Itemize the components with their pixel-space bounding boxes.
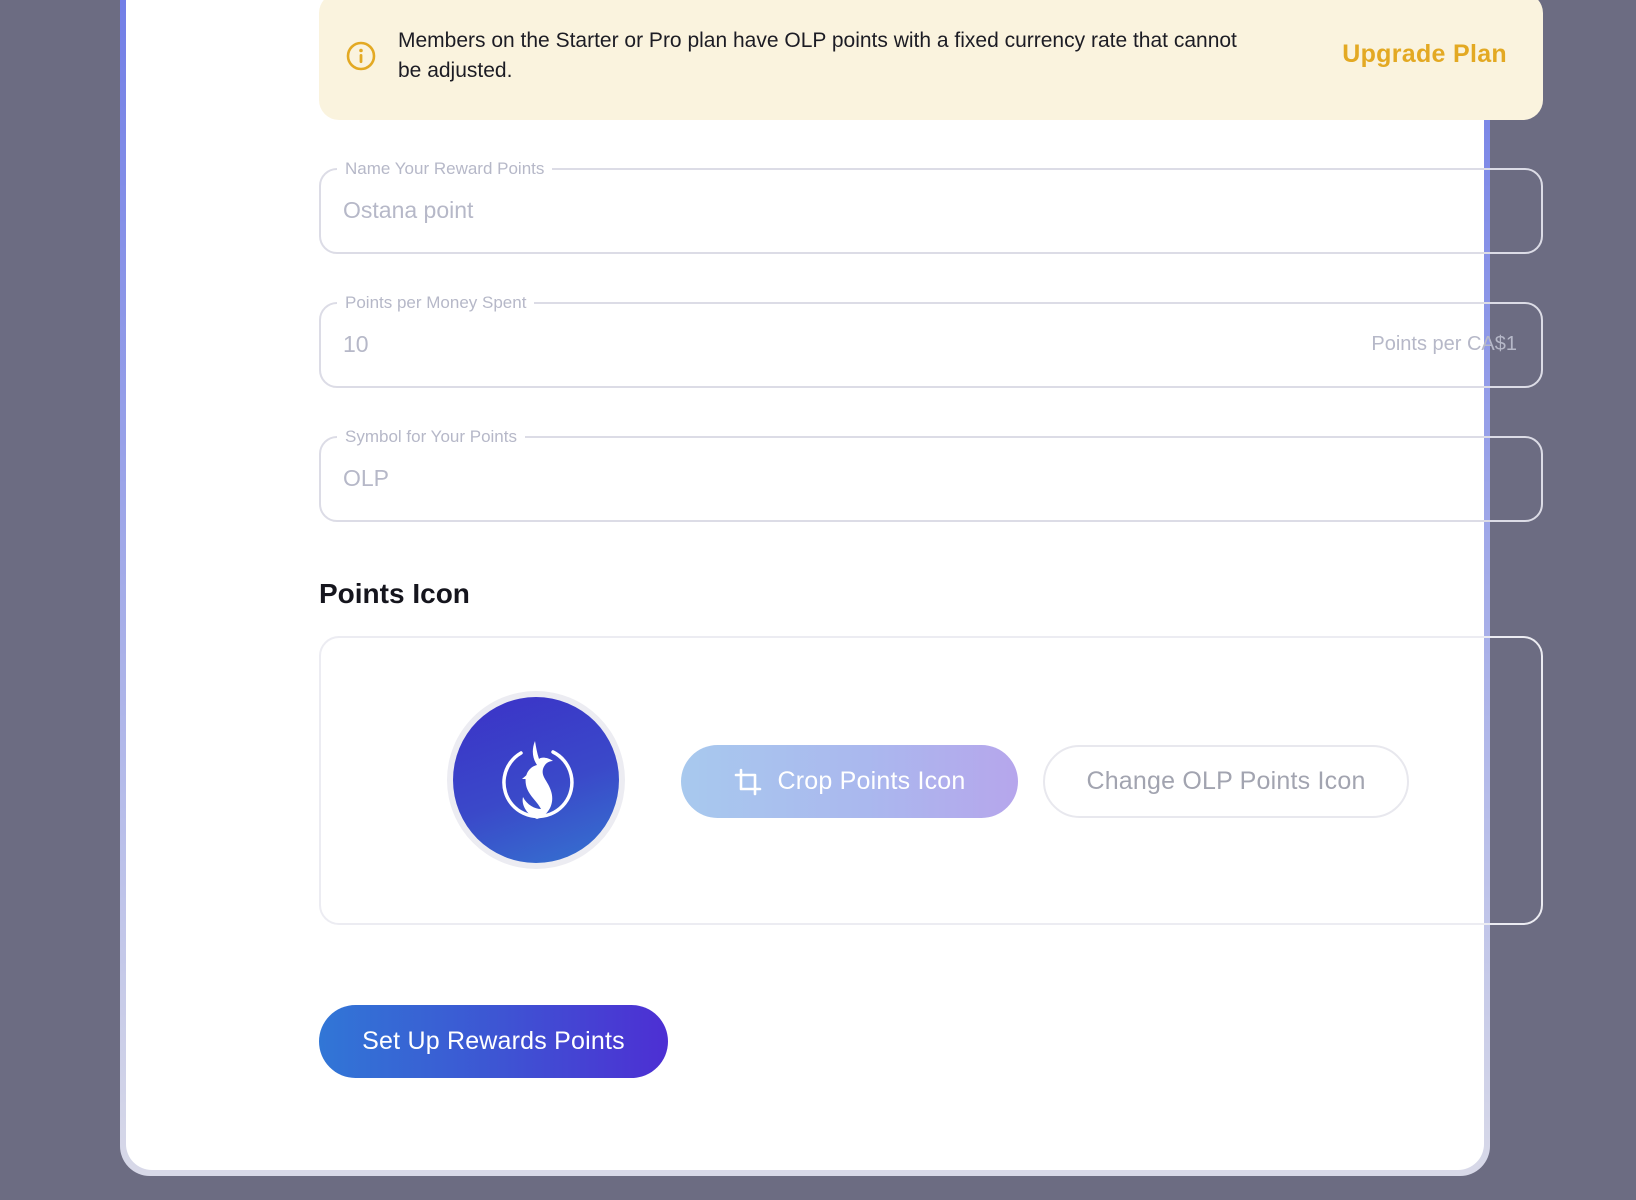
- crop-points-icon-label: Crop Points Icon: [777, 767, 966, 795]
- points-symbol-input[interactable]: [343, 460, 1243, 496]
- change-points-icon-button[interactable]: Change OLP Points Icon: [1043, 745, 1409, 818]
- points-rate-suffix: Points per CA$1: [1371, 333, 1517, 355]
- points-rate-input[interactable]: [343, 326, 1243, 362]
- modal-content: Members on the Starter or Pro plan have …: [319, 0, 1543, 1078]
- crop-points-icon-button[interactable]: Crop Points Icon: [681, 745, 1018, 818]
- points-rate-label: Points per Money Spent: [337, 292, 535, 314]
- info-circle-icon: [346, 41, 376, 71]
- points-symbol-field: Symbol for Your Points: [319, 426, 1543, 522]
- points-symbol-label: Symbol for Your Points: [337, 426, 525, 448]
- reward-name-input[interactable]: [343, 192, 1243, 228]
- reward-name-field: Name Your Reward Points: [319, 158, 1543, 254]
- points-icon-title: Points Icon: [319, 578, 470, 609]
- modal-frame: Members on the Starter or Pro plan have …: [120, 0, 1543, 1176]
- reward-points-modal: Members on the Starter or Pro plan have …: [126, 0, 1543, 1170]
- points-icon-panel: Crop Points Icon Change OLP Points Icon: [319, 636, 1543, 925]
- dragon-emblem-icon: [502, 741, 574, 819]
- plan-notice-text: Members on the Starter or Pro plan have …: [398, 29, 1237, 82]
- set-up-rewards-points-button[interactable]: Set Up Rewards Points: [319, 1005, 668, 1078]
- upgrade-plan-link[interactable]: Upgrade Plan: [1342, 40, 1507, 69]
- points-rate-field: Points per Money Spent Points per CA$1: [319, 292, 1543, 388]
- points-icon-avatar-ring: [447, 691, 625, 869]
- change-points-icon-label: Change OLP Points Icon: [1086, 767, 1366, 795]
- set-up-rewards-points-label: Set Up Rewards Points: [362, 1027, 625, 1055]
- points-icon-avatar: [453, 697, 619, 863]
- reward-name-label: Name Your Reward Points: [337, 158, 553, 180]
- plan-notice-banner: Members on the Starter or Pro plan have …: [319, 0, 1543, 120]
- crop-icon: [735, 768, 762, 795]
